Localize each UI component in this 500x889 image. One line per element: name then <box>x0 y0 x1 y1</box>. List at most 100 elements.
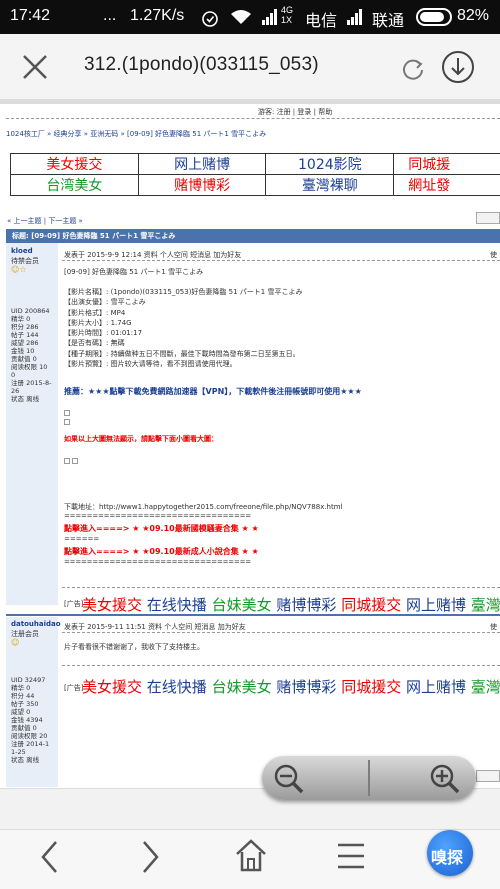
ad-link[interactable]: 美女援交 <box>82 678 142 696</box>
ad-table: 美女援交 网上赌博 1024影院 同城援 台湾美女 赌博博彩 臺灣裸聊 網址發 <box>10 153 500 196</box>
ad-cell[interactable]: 臺灣裸聊 <box>265 174 395 196</box>
info-line: 【影片時間】: 01:01:17 <box>64 329 143 338</box>
browser-url-bar: 312.(1pondo)(033115_053) <box>0 34 500 100</box>
web-page-content: 游客: 注册 | 登录 | 帮助 1024核工厂 » 经典分享 » 亚洲无码 »… <box>0 100 500 829</box>
alarm-icon <box>202 11 218 27</box>
post1-stat: UID 200864 <box>11 307 50 315</box>
close-icon[interactable] <box>22 54 48 80</box>
post2-meta[interactable]: 发表于 2015-9-11 11:51 资料 个人空间 短消息 加为好友 <box>64 622 246 632</box>
zoom-divider <box>368 760 370 796</box>
post1-stat: 积分 286 <box>11 323 39 331</box>
download-icon[interactable] <box>441 50 475 84</box>
signal-bars-icon-2 <box>347 9 362 25</box>
zoom-in-icon[interactable] <box>428 763 462 795</box>
promo-link-1[interactable]: 點擊進入====> ★ ★09.10最新國模騷妻合集 ★ ★ <box>64 523 259 534</box>
top-divider <box>6 118 500 119</box>
post2-username[interactable]: datouhaidao <box>11 620 61 628</box>
browser-bottom-nav: 嗅探 <box>0 829 500 889</box>
post2-stat: 帖子 350 <box>11 700 39 708</box>
post1-username[interactable]: kloed <box>11 247 33 255</box>
ad-cell[interactable]: 网上赌博 <box>137 153 267 175</box>
wifi-icon <box>231 10 251 24</box>
menu-icon[interactable] <box>336 842 366 870</box>
post1-stat: 精华 0 <box>11 315 31 323</box>
post1-corner: 使 <box>490 251 497 259</box>
ad-cell[interactable]: 赌博博彩 <box>137 174 267 196</box>
post2-corner: 使 <box>490 623 497 631</box>
ad-link[interactable]: 赌博博彩 <box>276 678 336 696</box>
ad-link[interactable]: 美女援交 <box>82 596 142 614</box>
info-line: 【影片大小】: 1.74G <box>64 318 132 327</box>
post2-stat: 积分 44 <box>11 692 35 700</box>
sniff-assistant-button[interactable]: 嗅探 <box>427 830 473 876</box>
thumbnail-icon[interactable] <box>64 458 70 464</box>
post1-ad-label: [广告] <box>64 600 84 608</box>
ad-link[interactable]: 网上赌博 <box>406 678 466 696</box>
ad-link[interactable]: 同城援交 <box>341 678 401 696</box>
separator-3: ================================= <box>64 558 251 566</box>
url-text[interactable]: 312.(1pondo)(033115_053) <box>84 54 319 76</box>
ad-link[interactable]: 网上赌博 <box>406 596 466 614</box>
info-line: 【出演女優】: 雪平こよみ <box>64 298 146 307</box>
post1-stat: 威望 286 <box>11 339 39 347</box>
home-icon[interactable] <box>234 838 268 874</box>
post2-stat: 精华 0 <box>11 684 31 692</box>
carrier-1: 电信 <box>305 13 338 30</box>
recommend-line[interactable]: 推薦：★★★點擊下載免費網路加速器【VPN】，下載軟件後注冊帳號即可使用★★★ <box>64 386 362 397</box>
ad-link[interactable]: 臺灣 <box>471 596 500 614</box>
post2-sidebar: datouhaidao 注册会员 ☺ UID 32497 精华 0 积分 44 … <box>6 617 61 787</box>
post1-title: [09-09] 好色妻降臨 51 パート1 雪平こよみ <box>64 268 204 276</box>
info-line: 【種子期限】: 持續做种五日不間斷，最佳下載時間為發布第二日至第五日。 <box>64 349 300 358</box>
breadcrumb[interactable]: 1024核工厂 » 经典分享 » 亚洲无码 » [09-09] 好色妻降臨 51… <box>6 129 266 139</box>
thread-title-bar: 标题: [09-09] 好色妻降臨 51 パート1 雪平こよみ <box>6 229 500 243</box>
separator-1: ================================= <box>64 512 251 520</box>
reply-button-icon[interactable] <box>476 212 500 224</box>
post1-stat: 注册 2015-8- <box>11 379 52 387</box>
post1-stat: 金钱 10 <box>11 347 35 355</box>
ad-link[interactable]: 台妹美女 <box>212 678 272 696</box>
post1-stat: 0 <box>11 371 16 379</box>
zoom-out-icon[interactable] <box>272 763 306 795</box>
post2-stat: 威望 0 <box>11 708 31 716</box>
promo-link-2[interactable]: 點擊進入====> ★ ★09.10最新成人小說合集 ★ ★ <box>64 546 259 557</box>
reply-button-icon[interactable] <box>476 770 500 782</box>
ad-cell[interactable]: 台湾美女 <box>10 174 139 196</box>
ad-link[interactable]: 在线快播 <box>147 596 207 614</box>
refresh-icon[interactable] <box>400 56 426 82</box>
page-top-strip <box>0 100 500 104</box>
net-sub: 1X <box>281 15 293 25</box>
ad-link[interactable]: 臺灣 <box>471 678 500 696</box>
post1-stats: UID 200864 精华 0 积分 286 帖子 144 威望 286 金钱 … <box>11 307 59 403</box>
ad-link[interactable]: 赌博博彩 <box>276 596 336 614</box>
post2-stat: 状态 离线 <box>11 756 40 764</box>
zoom-control <box>262 756 476 800</box>
broken-image-icon[interactable] <box>64 419 70 425</box>
net-type: 4G <box>281 5 294 15</box>
post2-ad-label: [广告] <box>64 684 84 692</box>
top-links[interactable]: 游客: 注册 | 登录 | 帮助 <box>258 107 332 117</box>
post2-stat: 贡献值 0 <box>11 724 37 732</box>
post2-ad-divider <box>62 665 500 666</box>
ad-link[interactable]: 同城援交 <box>341 596 401 614</box>
big-image-tip: 如果以上大圖無法顯示，請點擊下面小圖看大圖： <box>64 435 218 443</box>
download-link[interactable]: 下載地址：http://www1.happytogether2015.com/f… <box>64 502 343 512</box>
forward-icon[interactable] <box>140 840 160 874</box>
ad-cell[interactable]: 美女援交 <box>10 153 139 175</box>
info-line: 【影片預覽】: 图片较大请等待，看不到图请使用代理。 <box>64 360 237 369</box>
back-icon[interactable] <box>40 840 60 874</box>
post1-meta[interactable]: 发表于 2015-9-9 12:14 资料 个人空间 短消息 加为好友 <box>64 250 241 260</box>
ad-link[interactable]: 台妹美女 <box>212 596 272 614</box>
ad-cell[interactable]: 網址發 <box>393 174 500 196</box>
ad-cell[interactable]: 同城援 <box>393 153 500 175</box>
post1-sidebar: kloed 待禁会员 ☺☆ UID 200864 精华 0 积分 286 帖子 … <box>6 243 58 605</box>
thumbnail-icon[interactable] <box>72 458 78 464</box>
thread-title: 标题: [09-09] 好色妻降臨 51 パート1 雪平こよみ <box>12 232 176 240</box>
post2-stat: 注册 2014-1 <box>11 740 50 748</box>
post2-body: 片子看看很不错谢谢了，我收下了支持楼主。 <box>64 643 204 651</box>
broken-image-icon[interactable] <box>64 410 70 416</box>
ad-cell[interactable]: 1024影院 <box>265 153 395 175</box>
post2-meta-divider <box>62 632 500 633</box>
ad-link[interactable]: 在线快播 <box>147 678 207 696</box>
post1-stat: 阅读权限 10 <box>11 363 48 371</box>
topic-nav[interactable]: « 上一主题 | 下一主题 » <box>7 216 83 226</box>
